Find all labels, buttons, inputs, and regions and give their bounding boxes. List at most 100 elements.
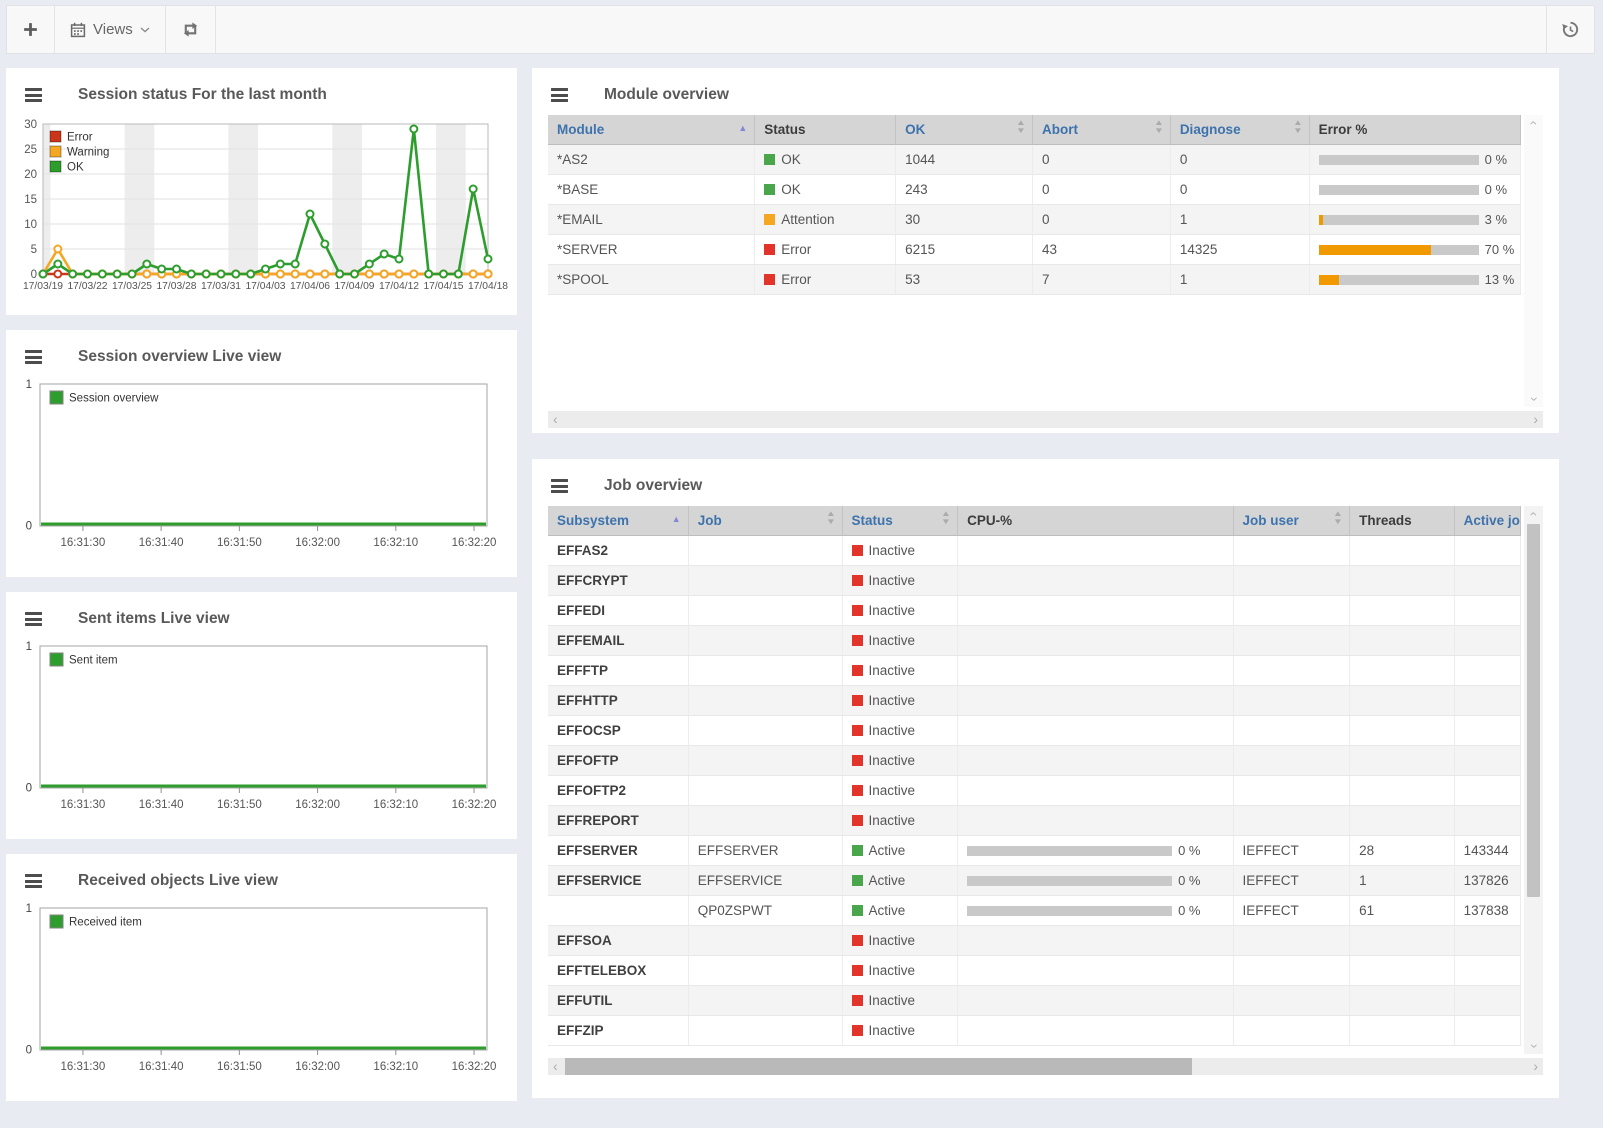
scroll-right-icon[interactable]: ›	[1528, 412, 1543, 427]
subsystem-cell: EFFEMAIL	[548, 626, 689, 656]
subsystem-cell	[548, 896, 689, 926]
table-row[interactable]: EFFEMAILInactive	[548, 626, 1521, 656]
column-header-status[interactable]: Status▲▼	[843, 506, 959, 536]
job-user-cell	[1234, 596, 1351, 626]
scroll-down-icon[interactable]: ‹	[1525, 397, 1541, 402]
column-header-module[interactable]: Module▲	[548, 115, 755, 145]
module-cell: *SERVER	[548, 235, 755, 265]
subsystem-cell: EFFOCSP	[548, 716, 689, 746]
abort-cell: 0	[1033, 175, 1171, 205]
panel-menu-icon[interactable]	[25, 610, 42, 629]
table-row[interactable]: EFFSOAInactive	[548, 926, 1521, 956]
active-jobs-cell: 137826	[1455, 866, 1521, 896]
active-jobs-cell	[1455, 776, 1521, 806]
plus-icon	[22, 21, 39, 38]
column-header-job-user[interactable]: Job user▲▼	[1234, 506, 1351, 536]
table-row[interactable]: EFFSERVEREFFSERVERActive0 %IEFFECT281433…	[548, 836, 1521, 866]
svg-text:Received item: Received item	[69, 917, 142, 929]
table-row[interactable]: EFFFTPInactive	[548, 656, 1521, 686]
add-view-button[interactable]	[7, 6, 55, 53]
svg-text:10: 10	[24, 219, 37, 231]
scroll-up-icon[interactable]: ‹	[1525, 121, 1541, 126]
subsystem-cell: EFFZIP	[548, 1016, 689, 1046]
svg-text:16:32:00: 16:32:00	[295, 1061, 340, 1073]
history-button[interactable]	[1546, 6, 1594, 53]
threads-cell	[1350, 536, 1455, 566]
scroll-down-icon[interactable]: ‹	[1525, 1044, 1541, 1049]
column-header-ok[interactable]: OK▲▼	[896, 115, 1033, 145]
module-vertical-scrollbar[interactable]: ‹ ‹	[1524, 115, 1543, 407]
scrollbar-thumb[interactable]	[565, 1058, 1192, 1075]
table-row[interactable]: EFFUTILInactive	[548, 986, 1521, 1016]
active-jobs-cell	[1455, 686, 1521, 716]
scroll-left-icon[interactable]: ‹	[548, 412, 563, 427]
table-row[interactable]: *EMAILAttention30013 %	[548, 205, 1521, 235]
status-square-icon	[852, 575, 863, 586]
table-row[interactable]: *AS2OK1044000 %	[548, 145, 1521, 175]
cpu-cell	[958, 1016, 1233, 1046]
job-cell	[689, 926, 843, 956]
refresh-button[interactable]	[166, 6, 216, 53]
job-user-cell	[1234, 566, 1351, 596]
table-row[interactable]: QP0ZSPWTActive0 %IEFFECT61137838	[548, 896, 1521, 926]
error-pct-cell: 0 %	[1310, 175, 1521, 205]
table-row[interactable]: EFFOFTPInactive	[548, 746, 1521, 776]
table-row[interactable]: EFFZIPInactive	[548, 1016, 1521, 1046]
threads-cell	[1350, 566, 1455, 596]
table-row[interactable]: *SPOOLError537113 %	[548, 265, 1521, 295]
panel-menu-icon[interactable]	[25, 348, 42, 367]
cpu-cell	[958, 926, 1233, 956]
job-cell	[689, 776, 843, 806]
table-row[interactable]: EFFTELEBOXInactive	[548, 956, 1521, 986]
panel-menu-icon[interactable]	[551, 86, 568, 105]
status-square-icon	[852, 1025, 863, 1036]
table-row[interactable]: EFFOCSPInactive	[548, 716, 1521, 746]
status-square-icon	[852, 905, 863, 916]
job-cell	[689, 596, 843, 626]
table-row[interactable]: EFFAS2Inactive	[548, 536, 1521, 566]
threads-cell	[1350, 956, 1455, 986]
job-table-area: Subsystem▲Job▲▼Status▲▼CPU-%Job user▲▼Th…	[548, 506, 1521, 1054]
table-row[interactable]: *SERVERError6215431432570 %	[548, 235, 1521, 265]
column-header-diagnose[interactable]: Diagnose▲▼	[1171, 115, 1310, 145]
panel-menu-icon[interactable]	[25, 872, 42, 891]
svg-text:16:32:10: 16:32:10	[373, 537, 418, 549]
table-row[interactable]: EFFSERVICEEFFSERVICEActive0 %IEFFECT1137…	[548, 866, 1521, 896]
column-header-subsystem[interactable]: Subsystem▲	[548, 506, 689, 536]
table-row[interactable]: *BASEOK243000 %	[548, 175, 1521, 205]
abort-cell: 0	[1033, 145, 1171, 175]
svg-text:16:31:50: 16:31:50	[217, 1061, 262, 1073]
status-cell: OK	[755, 145, 896, 175]
status-square-icon	[852, 665, 863, 676]
table-row[interactable]: EFFOFTP2Inactive	[548, 776, 1521, 806]
active-jobs-cell	[1455, 1016, 1521, 1046]
table-row[interactable]: EFFHTTPInactive	[548, 686, 1521, 716]
scroll-right-icon[interactable]: ›	[1528, 1059, 1543, 1074]
table-row[interactable]: EFFCRYPTInactive	[548, 566, 1521, 596]
status-square-icon	[764, 244, 775, 255]
column-header-active-jobs[interactable]: Active jobs	[1455, 506, 1521, 536]
views-dropdown[interactable]: Views	[55, 6, 166, 53]
status-cell: Active	[843, 836, 959, 866]
scrollbar-thumb[interactable]	[1527, 524, 1540, 897]
diagnose-cell: 0	[1171, 175, 1310, 205]
job-cell	[689, 986, 843, 1016]
status-square-icon	[852, 995, 863, 1006]
panel-title: Session overview Live view	[78, 348, 281, 366]
table-row[interactable]: EFFREPORTInactive	[548, 806, 1521, 836]
table-row[interactable]: EFFEDIInactive	[548, 596, 1521, 626]
status-cell: Inactive	[843, 746, 959, 776]
module-horizontal-scrollbar[interactable]: ‹ ›	[548, 411, 1543, 428]
column-header-job[interactable]: Job▲▼	[689, 506, 843, 536]
panel-menu-icon[interactable]	[25, 86, 42, 105]
sort-arrows-icon: ▲▼	[1017, 119, 1025, 135]
sent-items-chart: 1016:31:3016:31:4016:31:5016:32:0016:32:…	[6, 636, 517, 832]
column-header-abort[interactable]: Abort▲▼	[1033, 115, 1171, 145]
threads-cell	[1350, 986, 1455, 1016]
scroll-left-icon[interactable]: ‹	[548, 1059, 563, 1074]
job-horizontal-scrollbar[interactable]: ‹ ›	[548, 1058, 1543, 1075]
svg-text:0: 0	[26, 782, 32, 794]
job-vertical-scrollbar[interactable]: ‹ ‹	[1524, 506, 1543, 1054]
scroll-up-icon[interactable]: ‹	[1525, 512, 1541, 517]
panel-menu-icon[interactable]	[551, 477, 568, 496]
